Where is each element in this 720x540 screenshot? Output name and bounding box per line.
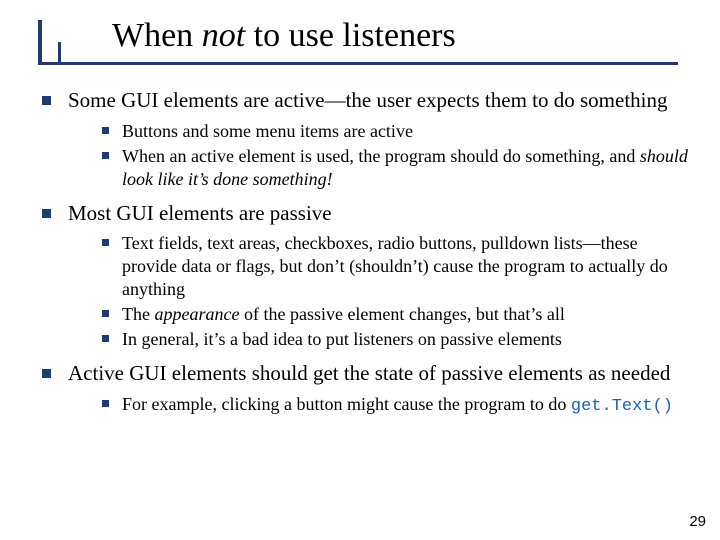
bullet-2-1: Text fields, text areas, checkboxes, rad… [102, 232, 688, 301]
title-pre: When [112, 17, 202, 54]
bullet-1: Some GUI elements are active—the user ex… [40, 88, 688, 191]
bullet-3-sublist: For example, clicking a button might cau… [68, 393, 688, 418]
slide: When not to use listeners Some GUI eleme… [0, 0, 720, 540]
bullet-1-1: Buttons and some menu items are active [102, 120, 688, 143]
bullet-3-1: For example, clicking a button might cau… [102, 393, 688, 418]
page-number: 29 [689, 513, 706, 530]
bullet-2: Most GUI elements are passive Text field… [40, 201, 688, 352]
title-decoration-bar-2 [58, 42, 61, 64]
bullet-1-2-a: When an active element is used, the prog… [122, 146, 640, 166]
bullet-3-1-a: For example, clicking a button might cau… [122, 394, 571, 414]
bullet-2-1-text: Text fields, text areas, checkboxes, rad… [122, 233, 668, 299]
bullet-2-2: The appearance of the passive element ch… [102, 303, 688, 326]
bullet-2-2-b: appearance [154, 304, 239, 324]
bullet-list: Some GUI elements are active—the user ex… [40, 88, 688, 418]
title-post: to use listeners [245, 17, 456, 54]
slide-title: When not to use listeners [112, 18, 680, 54]
bullet-2-3-text: In general, it’s a bad idea to put liste… [122, 329, 562, 349]
bullet-3-text: Active GUI elements should get the state… [68, 361, 670, 385]
title-wrap: When not to use listeners [112, 18, 680, 54]
bullet-1-sublist: Buttons and some menu items are active W… [68, 120, 688, 191]
bullet-3-1-code: get.Text() [571, 397, 673, 416]
bullet-3: Active GUI elements should get the state… [40, 361, 688, 417]
bullet-2-2-a: The [122, 304, 154, 324]
title-underline [38, 62, 678, 65]
bullet-1-text: Some GUI elements are active—the user ex… [68, 88, 668, 112]
bullet-2-sublist: Text fields, text areas, checkboxes, rad… [68, 232, 688, 351]
title-em: not [202, 17, 245, 54]
title-decoration-bar [38, 20, 42, 64]
bullet-2-text: Most GUI elements are passive [68, 201, 332, 225]
bullet-2-2-c: of the passive element changes, but that… [239, 304, 564, 324]
bullet-1-1-text: Buttons and some menu items are active [122, 121, 413, 141]
slide-body: Some GUI elements are active—the user ex… [40, 88, 688, 428]
bullet-1-2: When an active element is used, the prog… [102, 145, 688, 191]
bullet-2-3: In general, it’s a bad idea to put liste… [102, 328, 688, 351]
